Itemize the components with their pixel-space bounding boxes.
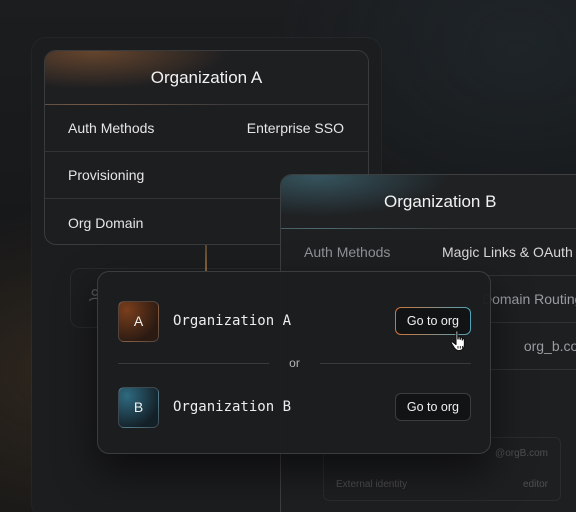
member-identity: External identity	[336, 479, 408, 490]
pointer-hand-icon	[450, 330, 465, 352]
row-value: Magic Links & OAuth	[442, 244, 573, 260]
org-option-a: A Organization A Go to org	[118, 300, 471, 342]
org-b-title: Organization B	[281, 175, 576, 229]
row-value: Domain Routing	[482, 291, 576, 307]
org-b-avatar: B	[118, 386, 159, 428]
member-row: External identity editor	[336, 479, 548, 490]
row-label: Provisioning	[68, 167, 145, 183]
divider-line	[319, 362, 472, 364]
or-divider: or	[118, 356, 472, 370]
org-b-row-auth: Auth Methods Magic Links & OAuth	[281, 229, 576, 276]
member-role: editor	[522, 479, 548, 490]
org-option-b: B Organization B Go to org	[118, 386, 471, 428]
org-a-title: Organization A	[45, 51, 368, 105]
org-a-avatar: A	[118, 300, 159, 342]
member-email: @orgB.com	[495, 448, 548, 459]
divider-text: or	[289, 356, 300, 370]
org-a-row-auth: Auth Methods Enterprise SSO	[45, 105, 368, 152]
divider-line	[118, 362, 270, 364]
row-value: org_b.com	[523, 338, 576, 354]
row-label: Auth Methods	[304, 244, 391, 260]
org-a-name: Organization A	[173, 313, 292, 329]
org-switcher-popup: A Organization A Go to org or B Organiza…	[97, 271, 491, 454]
row-label: Auth Methods	[68, 120, 155, 136]
row-label: Org Domain	[68, 214, 144, 231]
go-to-org-b-button[interactable]: Go to org	[394, 393, 471, 421]
row-value: Enterprise SSO	[246, 120, 344, 136]
org-b-name: Organization B	[173, 399, 292, 415]
